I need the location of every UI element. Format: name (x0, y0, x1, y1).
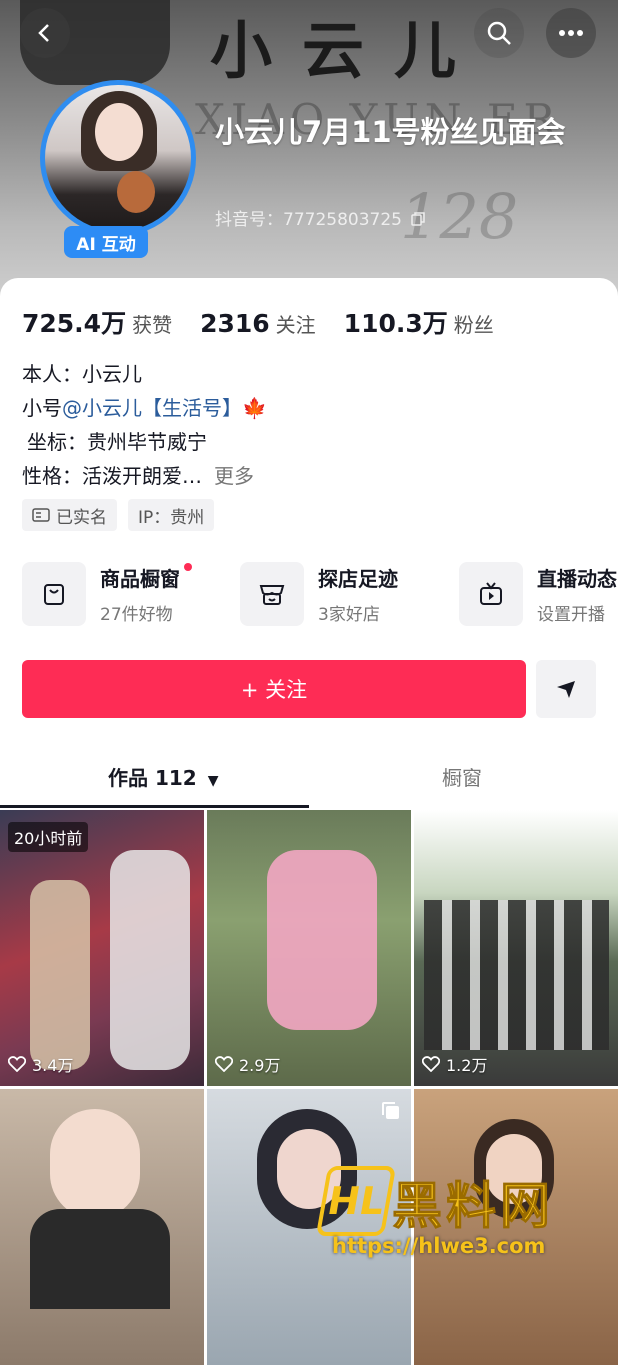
store-icon (240, 562, 304, 626)
follow-button[interactable]: + 关注 (22, 660, 526, 718)
stat-likes[interactable]: 725.4万 获赞 (22, 304, 172, 340)
ai-interaction-badge[interactable]: AI 互动 (64, 226, 148, 258)
tv-icon (459, 562, 523, 626)
video-thumbnail[interactable] (0, 1089, 204, 1365)
watermark-title: 黑料网 (392, 1177, 554, 1236)
feature-live-title: 直播动态 (537, 567, 617, 591)
tab-works-label: 作品 112 (108, 766, 197, 790)
stat-following[interactable]: 2316 关注 (200, 309, 316, 338)
mention-link[interactable]: @小云儿【生活号】 (62, 396, 242, 420)
banner-text: 小云儿 (210, 14, 487, 87)
like-count-value: 2.9万 (239, 1056, 281, 1075)
verified-tag-label: 已实名 (56, 507, 107, 528)
more-link[interactable]: 更多 (214, 464, 254, 488)
watermark-logo: HL (315, 1166, 397, 1236)
heart-icon (422, 1056, 440, 1072)
bio-line-4: 性格：活泼开朗爱… 更多 (22, 460, 254, 489)
tab-underline (0, 805, 309, 808)
watermark: HL 黑料网 https://hlwe3.com (315, 1162, 618, 1272)
red-dot-indicator (184, 563, 192, 571)
time-badge: 20小时前 (8, 822, 89, 852)
search-icon (487, 21, 511, 45)
tab-works[interactable]: 作品 112 ▼ (108, 762, 218, 791)
like-count-value: 1.2万 (446, 1056, 488, 1075)
feature-live-sub: 设置开播 (537, 605, 605, 625)
maple-leaf-icon: 🍁 (242, 396, 267, 420)
bio-line-4-text: 性格：活泼开朗爱… (22, 464, 202, 488)
heart-icon (215, 1056, 233, 1072)
bio-line-3: 坐标：贵州毕节威宁 (27, 430, 207, 454)
profile-card: 725.4万 获赞 2316 关注 110.3万 粉丝 本人：小云儿 小号@小云儿【生… (0, 278, 618, 1365)
feature-store-visits-title: 探店足迹 (318, 567, 398, 591)
content-tabs: 作品 112 ▼ 橱窗 (0, 748, 618, 808)
send-icon (557, 681, 575, 698)
more-dots-icon (559, 30, 583, 36)
share-button[interactable] (536, 660, 596, 718)
avatar[interactable] (40, 80, 196, 236)
feature-shop-window-title: 商品橱窗 (100, 567, 180, 591)
feature-store-visits[interactable]: 探店足迹 3家好店 (240, 562, 398, 626)
multi-image-icon (382, 1102, 399, 1119)
stat-followers[interactable]: 110.3万 粉丝 (344, 304, 494, 340)
feature-shop-window[interactable]: 商品橱窗 27件好物 (22, 562, 192, 626)
video-thumbnail[interactable]: 2.9万 (207, 810, 411, 1086)
copy-icon[interactable] (411, 212, 426, 226)
bio-line-2-prefix: 小号 (22, 396, 62, 420)
douyin-id[interactable]: 抖音号：77725803725 (215, 205, 426, 230)
douyin-id-text: 抖音号：77725803725 (215, 210, 402, 230)
video-thumbnail[interactable]: 20小时前 3.4万 (0, 810, 204, 1086)
more-button[interactable] (546, 8, 596, 58)
feature-store-visits-sub: 3家好店 (318, 605, 380, 625)
stats-row: 725.4万 获赞 2316 关注 110.3万 粉丝 (22, 304, 494, 340)
back-arrow-icon (38, 24, 49, 42)
like-count: 3.4万 (8, 1052, 73, 1076)
avatar-image (45, 85, 191, 231)
bio-line-1: 本人：小云儿 (22, 362, 142, 386)
profile-title: 小云儿7月11号粉丝见面会 (215, 115, 566, 149)
back-button[interactable] (20, 8, 70, 58)
watermark-url: https://hlwe3.com (332, 1234, 546, 1258)
feature-live[interactable]: 直播动态 设置开播 (459, 562, 617, 626)
ip-tag-label: IP：贵州 (138, 507, 205, 528)
tab-shop-window[interactable]: 橱窗 (442, 762, 482, 791)
bag-icon (22, 562, 86, 626)
caret-down-icon: ▼ (207, 773, 219, 789)
ip-tag: IP：贵州 (128, 499, 215, 531)
verified-tag: 已实名 (22, 499, 117, 531)
feature-shop-window-sub: 27件好物 (100, 605, 173, 625)
heart-icon (8, 1056, 26, 1072)
profile-header: 小云儿 XIAO YUN ER 128 AI 互动 小云儿7月11号粉丝见面会 … (0, 0, 618, 300)
bio-line-2: 小号@小云儿【生活号】🍁 (22, 392, 267, 421)
like-count: 2.9万 (215, 1052, 280, 1076)
like-count: 1.2万 (422, 1052, 487, 1076)
like-count-value: 3.4万 (32, 1056, 74, 1075)
video-thumbnail[interactable]: 1.2万 (414, 810, 618, 1086)
search-button[interactable] (474, 8, 524, 58)
id-card-icon (32, 508, 50, 522)
